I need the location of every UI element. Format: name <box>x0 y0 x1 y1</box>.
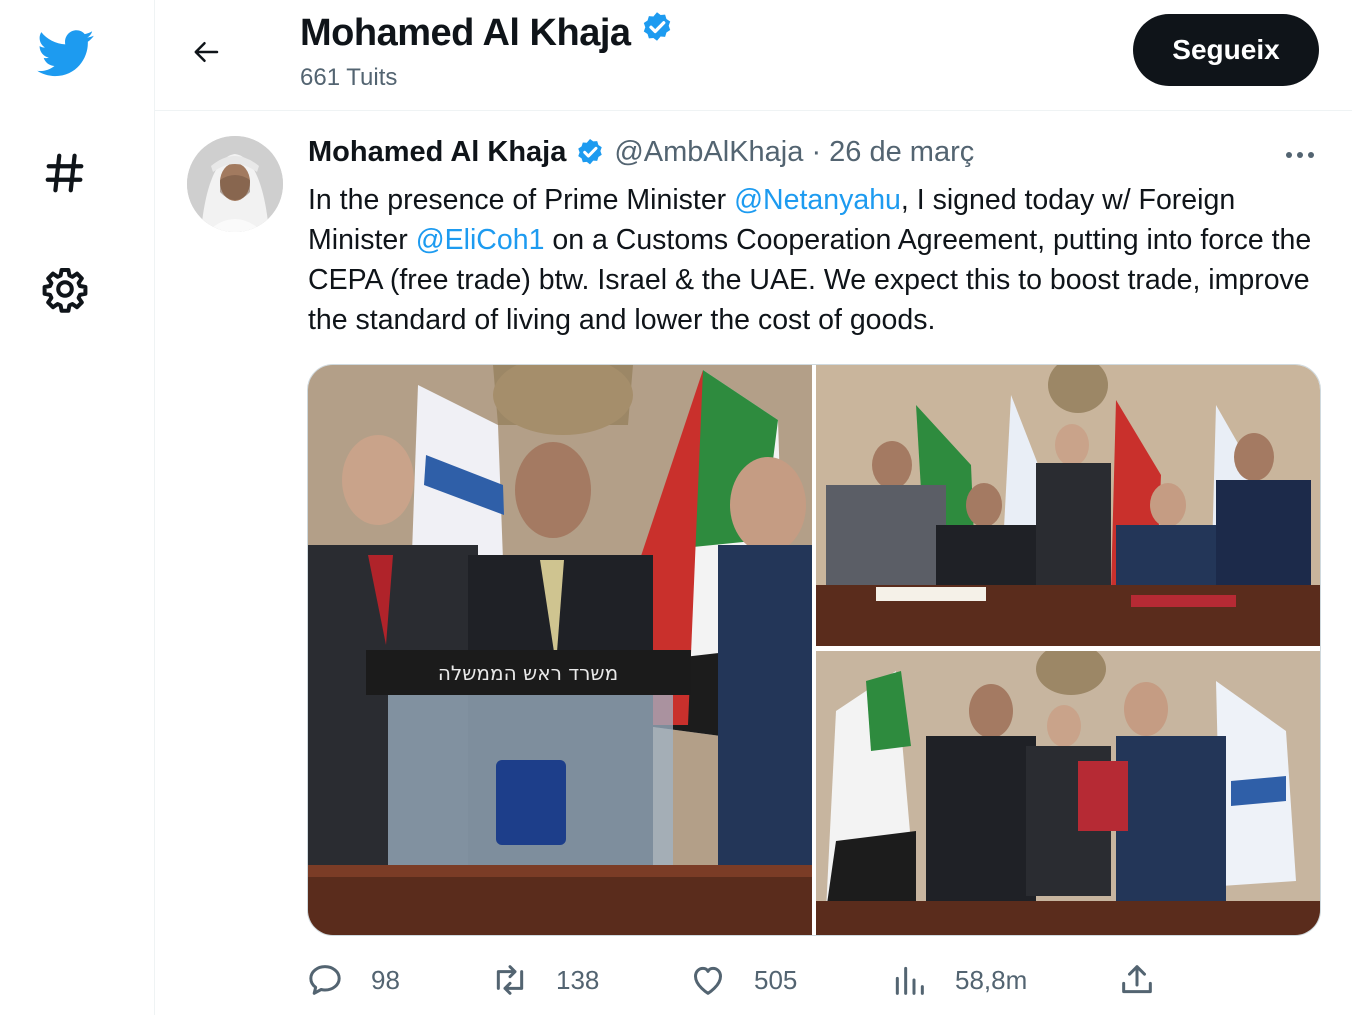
hashtag-icon[interactable] <box>36 146 94 200</box>
sidebar <box>0 0 155 1015</box>
retweet-button[interactable]: 138 <box>490 955 599 1005</box>
retweet-count: 138 <box>556 964 600 995</box>
tweet-handle[interactable]: @AmbAlKhaja <box>614 136 803 169</box>
profile-name: Mohamed Al Khaja <box>300 10 675 56</box>
more-options-icon[interactable] <box>1280 140 1320 170</box>
avatar[interactable] <box>187 136 283 232</box>
tweet-photo-1[interactable]: משרד ראש הממשלה <box>308 365 812 935</box>
tweet-author-name[interactable]: Mohamed Al Khaja <box>308 136 566 169</box>
share-button[interactable] <box>1117 955 1157 1005</box>
follow-button[interactable]: Segueix <box>1133 14 1319 86</box>
tweet-separator: · <box>803 136 830 168</box>
tweet-header: Mohamed Al Khaja @AmbAlKhaja · 26 de mar… <box>308 136 974 169</box>
profile-header: Mohamed Al Khaja 661 Tuits Segueix <box>155 0 1352 111</box>
reply-button[interactable]: 98 <box>305 955 400 1005</box>
gear-icon[interactable] <box>38 262 92 316</box>
tweet-date[interactable]: 26 de març <box>829 136 974 169</box>
like-count: 505 <box>754 964 798 995</box>
tweet-text: In the presence of Prime Minister @Netan… <box>308 180 1328 340</box>
views-button[interactable]: 58,8m <box>889 955 1027 1005</box>
share-icon <box>1117 960 1157 1000</box>
back-arrow-icon[interactable] <box>185 30 229 74</box>
bar-chart-icon <box>889 960 929 1000</box>
verified-badge-icon <box>574 137 606 169</box>
tweet-photo-2[interactable] <box>816 365 1320 646</box>
retweet-icon <box>490 960 530 1000</box>
podium-text: משרד ראש הממשלה <box>438 661 618 685</box>
reply-count: 98 <box>371 964 400 995</box>
tweet-photo-3[interactable] <box>816 651 1320 935</box>
verified-badge-icon <box>639 10 675 56</box>
profile-name-text: Mohamed Al Khaja <box>300 11 631 54</box>
twitter-bird-icon[interactable] <box>34 26 98 82</box>
mention-link[interactable]: @EliCoh1 <box>416 224 545 256</box>
reply-icon <box>305 960 345 1000</box>
views-count: 58,8m <box>955 964 1028 995</box>
heart-icon <box>688 960 728 1000</box>
tweet-media-grid: משרד ראש הממשלה <box>307 364 1321 936</box>
like-button[interactable]: 505 <box>688 955 797 1005</box>
tweet-text-part: In the presence of Prime Minister <box>308 184 735 216</box>
tweet-count: 661 Tuits <box>300 64 398 91</box>
mention-link[interactable]: @Netanyahu <box>734 184 901 216</box>
